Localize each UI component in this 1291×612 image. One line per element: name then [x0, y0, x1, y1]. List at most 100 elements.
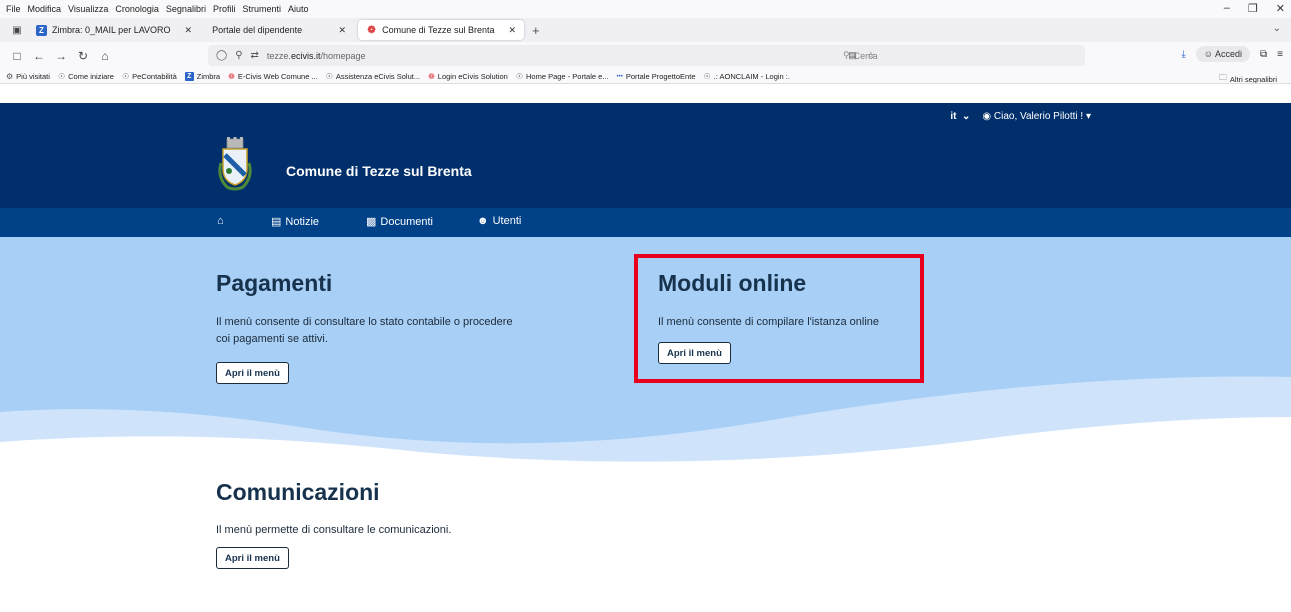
hamburger-menu-icon[interactable]: ≡	[1277, 49, 1283, 60]
folder-icon: 🗀	[1218, 73, 1227, 82]
nav-label: Documenti	[380, 215, 433, 228]
browser-menubar: File Modifica Visualizza Cronologia Segn…	[0, 0, 1291, 18]
file-icon: ▩	[366, 216, 377, 228]
bookmark-item[interactable]: ☉ Come iniziare	[58, 72, 114, 81]
globe-icon: ☉	[121, 72, 130, 81]
tab-portale-dipendente[interactable]: Portale del dipendente ✕	[204, 20, 354, 40]
bookmark-label: Come iniziare	[68, 72, 114, 81]
nav-notizie[interactable]: ▤ Notizie	[271, 215, 320, 229]
zimbra-icon: Z	[36, 24, 47, 36]
tab-label: Portale del dipendente	[212, 25, 303, 35]
minimize-icon[interactable]: –	[1224, 2, 1230, 15]
other-bookmarks[interactable]: 🗀 Altri segnalibri	[1218, 72, 1277, 84]
nav-label: Notizie	[285, 215, 320, 228]
bookmark-item[interactable]: ☉ Assistenza eCivis Solut...	[326, 72, 420, 81]
user-icon: ◉	[982, 111, 992, 122]
accedi-label: Accedi	[1215, 49, 1243, 59]
home-icon: ⌂	[217, 215, 224, 227]
menu-file[interactable]: File	[6, 4, 21, 14]
bookmark-label: Portale ProgettoEnte	[625, 72, 696, 81]
menu-profili[interactable]: Profili	[213, 4, 236, 14]
bookmark-item[interactable]: ☉.: AONCLAIM - Login :.	[704, 72, 790, 81]
bookmark-item[interactable]: ❁ Login eCivis Solution	[428, 72, 508, 81]
tab-label: Comune di Tezze sul Brenta	[382, 25, 495, 35]
bookmark-label: Zimbra	[196, 72, 221, 81]
ecivis-icon: ❁	[367, 24, 376, 36]
bookmark-label: Assistenza eCivis Solut...	[335, 72, 421, 81]
site-header: it ⌄ ◉ Ciao, Valerio Pilotti ! ▾ Comune …	[0, 103, 1291, 208]
bookmark-item[interactable]: ⚙ Più visitati	[6, 72, 50, 81]
nav-documenti[interactable]: ▩ Documenti	[366, 215, 433, 229]
site-name[interactable]: Comune di Tezze sul Brenta	[286, 163, 472, 179]
user-menu[interactable]: ◉ Ciao, Valerio Pilotti ! ▾	[982, 111, 1091, 122]
user-bar: it ⌄ ◉ Ciao, Valerio Pilotti ! ▾	[950, 111, 1091, 122]
apri-menu-pagamenti-button[interactable]: Apri il menù	[216, 362, 289, 384]
bookmark-label: Altri segnalibri	[1229, 74, 1277, 84]
bookmark-label: Login eCivis Solution	[437, 72, 508, 81]
extensions-icon[interactable]: ⧉	[1260, 49, 1267, 60]
search-placeholder: Cerca	[853, 50, 878, 61]
apri-menu-comunicazioni-button[interactable]: Apri il menù	[216, 547, 289, 569]
menu-strumenti[interactable]: Strumenti	[242, 4, 281, 14]
user-greeting: Ciao, Valerio Pilotti !	[993, 111, 1084, 122]
tab-zimbra[interactable]: Z Zimbra: 0_MAIL per LAVORO ✕	[28, 20, 200, 40]
menu-modifica[interactable]: Modifica	[28, 4, 62, 14]
dots-icon: •••	[616, 73, 623, 80]
accedi-button[interactable]: ☺ Accedi	[1195, 46, 1251, 62]
globe-icon: ☉	[325, 72, 333, 81]
close-tab-icon[interactable]: ✕	[185, 25, 193, 36]
menu-segnalibri[interactable]: Segnalibri	[166, 4, 206, 14]
ecivis-icon: ❁	[428, 72, 435, 81]
close-tab-icon[interactable]: ✕	[509, 25, 517, 36]
bookmark-item[interactable]: ☉ Home Page - Portale e...	[516, 72, 609, 81]
new-tab-icon[interactable]: +	[532, 23, 540, 38]
reload-icon[interactable]: ↻	[74, 49, 92, 63]
bookmark-item[interactable]: ••• Portale ProgettoEnte	[617, 72, 696, 81]
globe-icon: ☉	[703, 72, 711, 81]
menu-aiuto[interactable]: Aiuto	[288, 4, 309, 14]
close-tab-icon[interactable]: ✕	[339, 25, 347, 36]
sidebar-toggle-icon[interactable]: □	[8, 49, 26, 63]
window-controls: – ❐ ✕	[1224, 2, 1285, 15]
bookmark-item[interactable]: ☉ PeContabilità	[122, 72, 177, 81]
forward-icon[interactable]: →	[52, 49, 70, 63]
download-icon[interactable]: ⤓	[1181, 49, 1185, 60]
bookmark-label: E-Civis Web Comune ...	[237, 72, 318, 81]
bookmarks-bar: ⚙ Più visitati ☉ Come iniziare ☉ PeContabil…	[0, 70, 1291, 84]
nav-home[interactable]: ⌂	[217, 215, 228, 227]
lock-icon[interactable]: ⚲	[235, 50, 242, 61]
language-selector[interactable]: it ⌄	[950, 111, 970, 122]
globe-icon: ☉	[57, 72, 66, 81]
chevron-down-icon[interactable]: ⌄	[1273, 23, 1281, 34]
zimbra-icon: Z	[184, 72, 194, 81]
red-highlight-box	[634, 254, 924, 383]
card-title-comunicazioni: Comunicazioni	[216, 479, 380, 505]
permissions-icon[interactable]: ⇄	[251, 50, 259, 61]
card-title-pagamenti: Pagamenti	[216, 270, 333, 296]
tab-comune-tezze[interactable]: ❁ Comune di Tezze sul Brenta ✕	[358, 20, 525, 40]
desc-line: Il menù consente di consultare lo stato …	[216, 316, 513, 328]
restore-icon[interactable]: ❐	[1248, 2, 1258, 15]
menu-cronologia[interactable]: Cronologia	[115, 4, 159, 14]
url-prefix: tezze.	[266, 50, 291, 61]
menu-visualizza[interactable]: Visualizza	[68, 4, 108, 14]
home-browser-icon[interactable]: ⌂	[96, 49, 114, 63]
card-desc-comunicazioni: Il menù permette di consultare le comuni…	[216, 524, 452, 536]
search-input[interactable]: ⚲ Cerca	[835, 45, 1085, 66]
back-icon[interactable]: ←	[30, 49, 48, 63]
coat-of-arms-logo[interactable]	[215, 133, 255, 191]
globe-icon: ☉	[515, 72, 523, 81]
bookmark-item[interactable]: ❁ E-Civis Web Comune ...	[228, 72, 318, 81]
bookmark-label: Più visitati	[16, 72, 50, 81]
search-icon: ⚲	[843, 50, 850, 60]
tab-label: Zimbra: 0_MAIL per LAVORO	[52, 25, 171, 35]
nav-utenti[interactable]: ☻ Utenti	[477, 215, 521, 227]
bookmark-item[interactable]: Z Zimbra	[184, 72, 221, 81]
browser-navbar: □ ← → ↻ ⌂ ◯ ⚲ ⇄ tezze. ecivis.it/homepage…	[0, 42, 1291, 70]
close-window-icon[interactable]: ✕	[1276, 2, 1285, 15]
site-nav: ⌂ ▤ Notizie ▩ Documenti ☻ Utenti	[0, 208, 1291, 237]
nav-label: Utenti	[492, 215, 522, 227]
tab-list-icon[interactable]: ▣	[6, 25, 28, 36]
shield-icon[interactable]: ◯	[216, 50, 227, 61]
url-bar[interactable]: ◯ ⚲ ⇄ tezze. ecivis.it/homepage ▤ ☆ ⚲ Cer…	[208, 45, 1085, 66]
